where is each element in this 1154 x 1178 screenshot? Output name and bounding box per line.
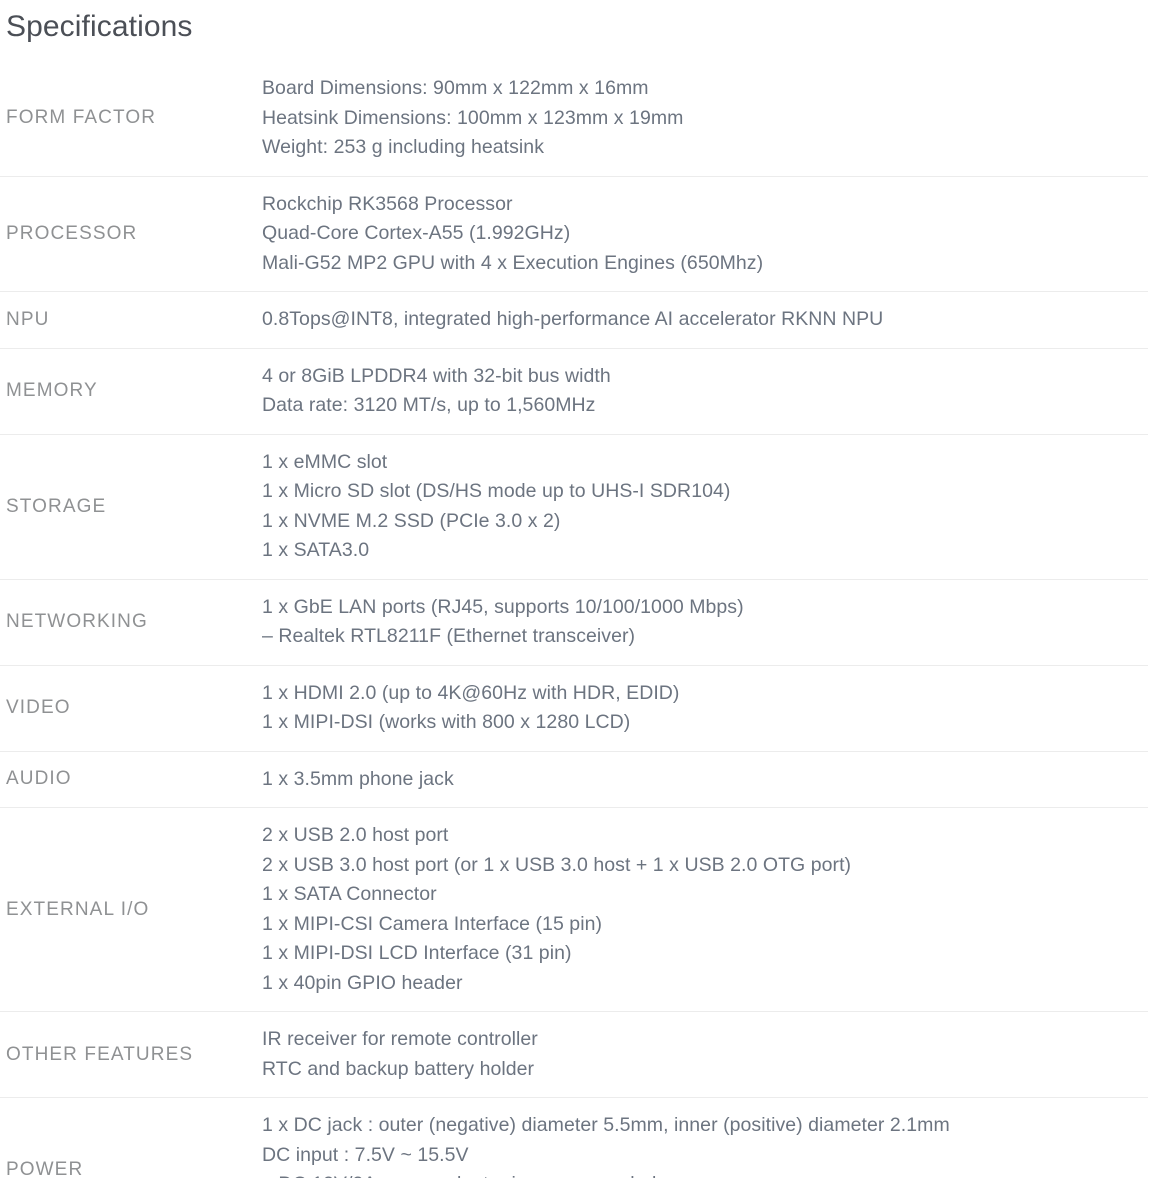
spec-value-line: Quad-Core Cortex-A55 (1.992GHz) xyxy=(262,222,571,244)
spec-value-line: RTC and backup battery holder xyxy=(262,1057,535,1080)
spec-value-line: Weight: 253 g including heatsink xyxy=(262,136,545,158)
spec-row: NPU 0.8Tops@INT8, integrated high-perform… xyxy=(0,291,1148,349)
spec-value-line: 1 x DC jack : outer (negative) diameter … xyxy=(262,1114,950,1136)
spec-row: VIDEO 1 x HDMI 2.0 (up to 4K@60Hz with HD… xyxy=(0,665,1148,751)
spec-value-line: Mali-G52 MP2 GPU with 4 x Execution Engi… xyxy=(262,251,764,274)
spec-row: EXTERNAL I/O 2 x USB 2.0 host port 2 x USB… xyxy=(0,807,1148,1012)
spec-value-line: Rockchip RK3568 Processor xyxy=(262,192,513,215)
spec-label: NPU xyxy=(6,308,50,330)
spec-value-line: 1 x 40pin GPIO header xyxy=(262,971,463,994)
spec-value-line: 1 x HDMI 2.0 (up to 4K@60Hz with HDR, ED… xyxy=(262,681,680,704)
spec-value-line: 1 x NVME M.2 SSD (PCIe 3.0 x 2) xyxy=(262,509,561,532)
spec-value: 2 x USB 2.0 host port 2 x USB 3.0 host po… xyxy=(262,808,1148,1012)
spec-value-line: Board Dimensions: 90mm x 122mm x 16mm xyxy=(262,77,649,99)
spec-value-line: 1 x SATA Connector xyxy=(262,883,437,905)
spec-value-line: 2 x USB 2.0 host port xyxy=(262,824,449,846)
spec-label: POWER xyxy=(6,1159,84,1178)
spec-row: NETWORKING 1 x GbE LAN ports (RJ45, suppo… xyxy=(0,579,1148,665)
spec-value: Rockchip RK3568 Processor Quad-Core Corte… xyxy=(262,176,1148,292)
spec-value: 1 x DC jack : outer (negative) diameter … xyxy=(262,1098,1148,1178)
spec-value-line: 1 x eMMC slot xyxy=(262,450,388,473)
spec-row: AUDIO 1 x 3.5mm phone jack xyxy=(0,751,1148,808)
spec-value: 1 x 3.5mm phone jack xyxy=(262,751,1148,808)
spec-value-line: DC input : 7.5V ~ 15.5V xyxy=(262,1143,469,1166)
spec-value: 1 x eMMC slot 1 x Micro SD slot (DS/HS mo… xyxy=(262,434,1148,579)
spec-row: STORAGE 1 x eMMC slot 1 x Micro SD slot (D… xyxy=(0,434,1148,579)
spec-value-line: 1 x MIPI-DSI (works with 800 x 1280 LCD) xyxy=(262,711,631,733)
spec-value-line: 1 x MIPI-CSI Camera Interface (15 pin) xyxy=(262,912,603,935)
spec-value-line: 1 x Micro SD slot (DS/HS mode up to UHS-… xyxy=(262,480,731,502)
spec-label: PROCESSOR xyxy=(6,222,138,244)
spec-value-line: Heatsink Dimensions: 100mm x 123mm x 19m… xyxy=(262,106,684,129)
spec-value-line: 1 x SATA3.0 xyxy=(262,539,370,561)
spec-label: STORAGE xyxy=(6,495,107,517)
spec-value-line: 2 x USB 3.0 host port (or 1 x USB 3.0 ho… xyxy=(262,853,852,876)
spec-value: 1 x HDMI 2.0 (up to 4K@60Hz with HDR, ED… xyxy=(262,665,1148,751)
specifications-table: FORM FACTOR Board Dimensions: 90mm x 122m… xyxy=(0,61,1148,1178)
spec-value-line: 1 x MIPI-DSI LCD Interface (31 pin) xyxy=(262,942,572,964)
spec-value: 0.8Tops@INT8, integrated high-performanc… xyxy=(262,292,1148,349)
spec-label: MEMORY xyxy=(6,380,98,401)
spec-row: OTHER FEATURES IR receiver for remote con… xyxy=(0,1011,1148,1098)
specifications-page: Specifications FORM FACTOR Board Dimensio… xyxy=(0,0,1154,1178)
spec-label: OTHER FEATURES xyxy=(6,1043,194,1065)
specifications-table-body: FORM FACTOR Board Dimensions: 90mm x 122m… xyxy=(0,61,1148,1178)
spec-value-line: 1 x GbE LAN ports (RJ45, supports 10/100… xyxy=(262,595,744,618)
spec-label: NETWORKING xyxy=(6,611,148,632)
spec-row: POWER 1 x DC jack : outer (negative) diam… xyxy=(0,1097,1148,1178)
spec-row: MEMORY 4 or 8GiB LPDDR4 with 32-bit bus w… xyxy=(0,348,1148,434)
spec-row: PROCESSOR Rockchip RK3568 Processor Quad-C… xyxy=(0,176,1148,292)
spec-value: IR receiver for remote controller RTC and… xyxy=(262,1012,1148,1098)
spec-value-line: 0.8Tops@INT8, integrated high-performanc… xyxy=(262,308,884,330)
spec-value-line: 4 or 8GiB LPDDR4 with 32-bit bus width xyxy=(262,364,611,387)
spec-row: FORM FACTOR Board Dimensions: 90mm x 122m… xyxy=(0,61,1148,176)
spec-value-line: – Realtek RTL8211F (Ethernet transceiver… xyxy=(262,625,636,647)
spec-value-line: 1 x 3.5mm phone jack xyxy=(262,767,454,790)
spec-value-line: – DC 12V/2A power adapter is recommended xyxy=(262,1170,1148,1178)
page-title: Specifications xyxy=(6,10,193,43)
spec-value-line: Data rate: 3120 MT/s, up to 1,560MHz xyxy=(262,394,596,416)
spec-label: FORM FACTOR xyxy=(6,107,157,129)
spec-label: AUDIO xyxy=(6,768,72,790)
spec-value: 4 or 8GiB LPDDR4 with 32-bit bus width Da… xyxy=(262,348,1148,434)
spec-label: VIDEO xyxy=(6,697,71,718)
spec-value-line: IR receiver for remote controller xyxy=(262,1028,538,1050)
spec-value: Board Dimensions: 90mm x 122mm x 16mm Hea… xyxy=(262,61,1148,176)
spec-label: EXTERNAL I/O xyxy=(6,898,150,920)
spec-value: 1 x GbE LAN ports (RJ45, supports 10/100… xyxy=(262,579,1148,665)
